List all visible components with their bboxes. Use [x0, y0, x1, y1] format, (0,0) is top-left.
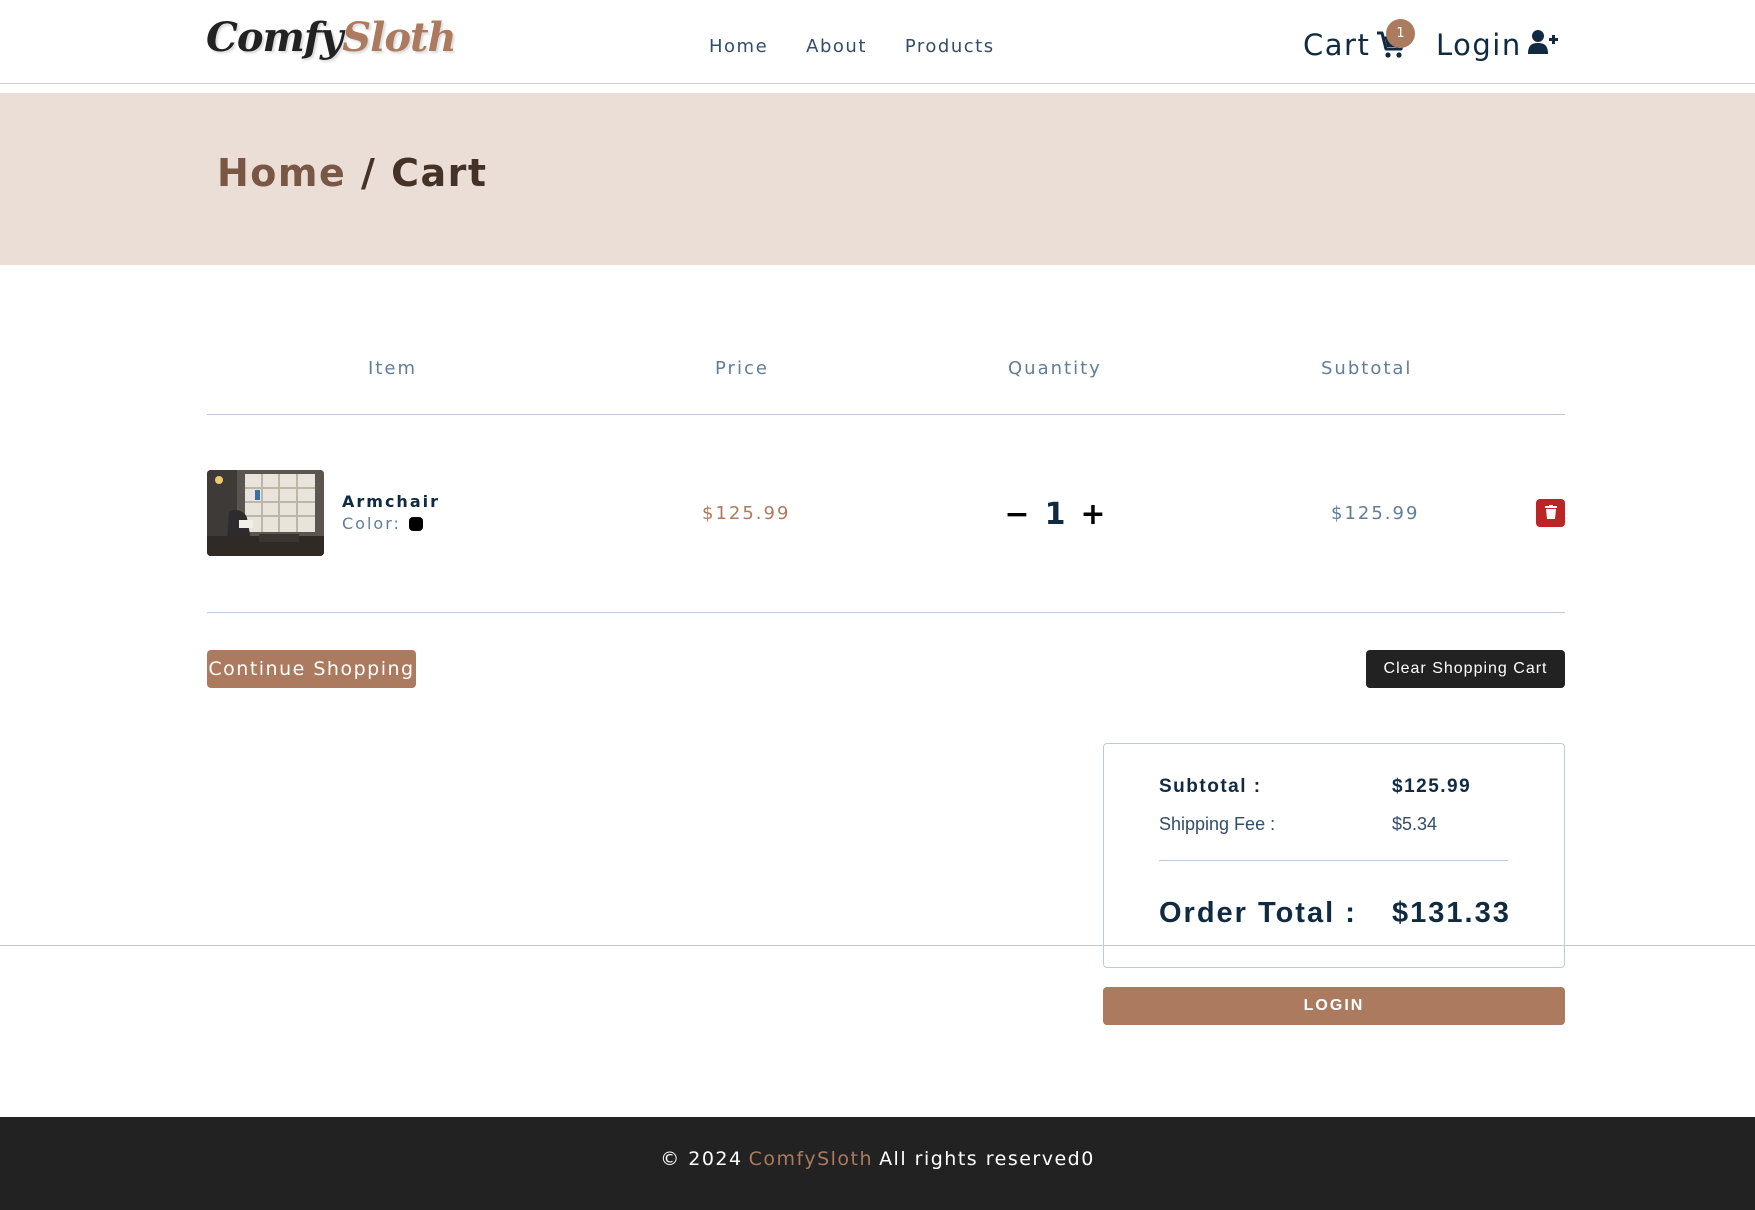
header-price: Price	[715, 358, 769, 379]
subtotal-label: Subtotal :	[1159, 776, 1262, 797]
page-hero: Home / Cart	[0, 93, 1755, 265]
header-quantity: Quantity	[1008, 358, 1102, 379]
footer-brand: ComfySloth	[748, 1147, 874, 1170]
breadcrumb-home-link[interactable]: Home	[217, 151, 346, 195]
logo-part1: Comfy	[206, 14, 343, 61]
decrease-quantity-button[interactable]: −	[1000, 494, 1034, 534]
clear-cart-button[interactable]: Clear Shopping Cart	[1366, 650, 1565, 688]
logo[interactable]: ComfySloth	[206, 14, 457, 61]
divider	[1159, 860, 1508, 861]
color-swatch	[408, 516, 423, 531]
footer: © 2024 ComfySloth All rights reserved0	[0, 1117, 1755, 1210]
remove-item-button[interactable]	[1536, 499, 1565, 527]
product-price: $125.99	[702, 503, 791, 524]
quantity-value: 1	[1044, 496, 1066, 532]
cart-count-badge: 1	[1386, 19, 1415, 48]
user-plus-icon	[1527, 28, 1558, 62]
footer-rights: All rights reserved0	[879, 1147, 1095, 1170]
divider	[207, 414, 1565, 415]
header-subtotal: Subtotal	[1321, 358, 1413, 379]
order-total-label: Order Total :	[1159, 897, 1357, 929]
product-name: Armchair	[342, 492, 440, 511]
breadcrumb: Home / Cart	[217, 151, 488, 195]
nav-links: Home About Products	[709, 36, 995, 57]
login-checkout-button[interactable]: LOGIN	[1103, 987, 1565, 1025]
breadcrumb-separator: /	[346, 151, 392, 195]
continue-shopping-button[interactable]: Continue Shopping	[207, 650, 416, 688]
shipping-fee-value: $5.34	[1392, 814, 1438, 834]
divider	[207, 612, 1565, 613]
header-item: Item	[368, 358, 417, 379]
navbar: ComfySloth Home About Products Cart 1 Lo…	[0, 0, 1755, 84]
quantity-stepper: − 1 +	[1000, 494, 1110, 534]
product-image	[207, 470, 324, 556]
increase-quantity-button[interactable]: +	[1076, 494, 1110, 534]
color-label: Color:	[342, 514, 401, 533]
trash-icon	[1544, 504, 1557, 522]
item-subtotal: $125.99	[1331, 503, 1420, 524]
order-summary: Subtotal : $125.99 Shipping Fee : $5.34 …	[1103, 743, 1565, 968]
shipping-fee-label: Shipping Fee :	[1159, 814, 1276, 834]
order-total-value: $131.33	[1392, 897, 1511, 929]
nav-link-products[interactable]: Products	[905, 36, 995, 57]
cart-label: Cart	[1303, 28, 1371, 62]
footer-text: © 2024 ComfySloth All rights reserved0	[660, 1148, 1095, 1170]
breadcrumb-current: Cart	[391, 151, 488, 195]
nav-link-about[interactable]: About	[806, 36, 867, 57]
subtotal-value: $125.99	[1392, 776, 1472, 797]
product-color: Color:	[342, 514, 423, 533]
logo-part2: Sloth	[342, 14, 456, 61]
nav-link-home[interactable]: Home	[709, 36, 768, 57]
footer-copyright: © 2024	[660, 1147, 743, 1170]
login-label: Login	[1436, 28, 1522, 62]
login-nav-button[interactable]: Login	[1436, 28, 1558, 62]
